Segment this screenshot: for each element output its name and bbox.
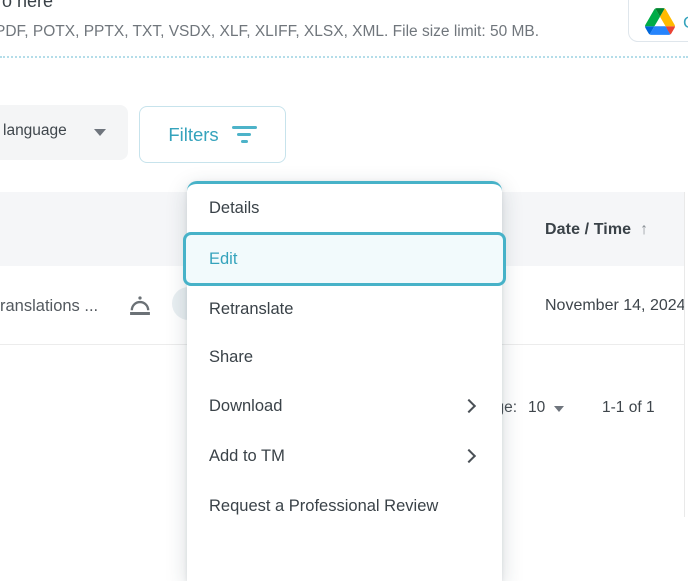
filters-button[interactable]: Filters [139, 106, 286, 163]
chevron-down-icon [554, 406, 564, 412]
menu-item-share[interactable]: Share [187, 333, 502, 381]
menu-item-retranslate[interactable]: Retranslate [187, 286, 502, 333]
google-drive-button-label: G [683, 13, 688, 33]
chevron-right-icon [462, 399, 476, 413]
sort-ascending-icon: ↑ [640, 221, 648, 239]
page-size-select[interactable]: 10 [528, 399, 564, 417]
menu-item-request-professional-review[interactable]: Request a Professional Review [187, 481, 502, 531]
pagination-range: 1-1 of 1 [602, 399, 655, 417]
filter-funnel-icon [232, 126, 257, 143]
page-size-value: 10 [528, 399, 545, 417]
menu-item-download[interactable]: Download [187, 381, 502, 431]
menu-item-label: Request a Professional Review [209, 497, 438, 516]
chevron-right-icon [462, 449, 476, 463]
google-drive-icon [645, 8, 675, 35]
menu-item-edit[interactable]: Edit [183, 232, 506, 286]
menu-item-label: Retranslate [209, 300, 293, 319]
menu-item-label: Share [209, 348, 253, 367]
dropzone-dashed-border [0, 56, 688, 58]
file-name-cell: ranslations ... [0, 297, 98, 316]
serving-dish-icon [126, 291, 154, 319]
menu-item-label: Download [209, 397, 282, 416]
menu-item-label: Edit [209, 250, 237, 269]
column-header-date-time[interactable]: Date / Time ↑ [545, 221, 648, 239]
menu-item-label: Add to TM [209, 447, 285, 466]
chevron-down-icon [94, 129, 106, 136]
target-language-dropdown[interactable]: language [0, 105, 128, 160]
card-right-border [684, 192, 685, 517]
dropzone-heading: o here [2, 0, 53, 12]
menu-item-details[interactable]: Details [187, 184, 502, 232]
dropzone-supported-formats: PDF, POTX, PPTX, TXT, VSDX, XLF, XLIFF, … [0, 23, 539, 41]
date-time-label: Date / Time [545, 221, 631, 239]
menu-item-label: Details [209, 199, 259, 218]
date-time-cell: November 14, 2024 [545, 297, 684, 315]
menu-item-add-to-tm[interactable]: Add to TM [187, 431, 502, 481]
language-dropdown-label: language [3, 122, 67, 140]
row-context-menu: Details Edit Retranslate Share Download … [187, 181, 502, 581]
filters-button-label: Filters [168, 124, 218, 146]
